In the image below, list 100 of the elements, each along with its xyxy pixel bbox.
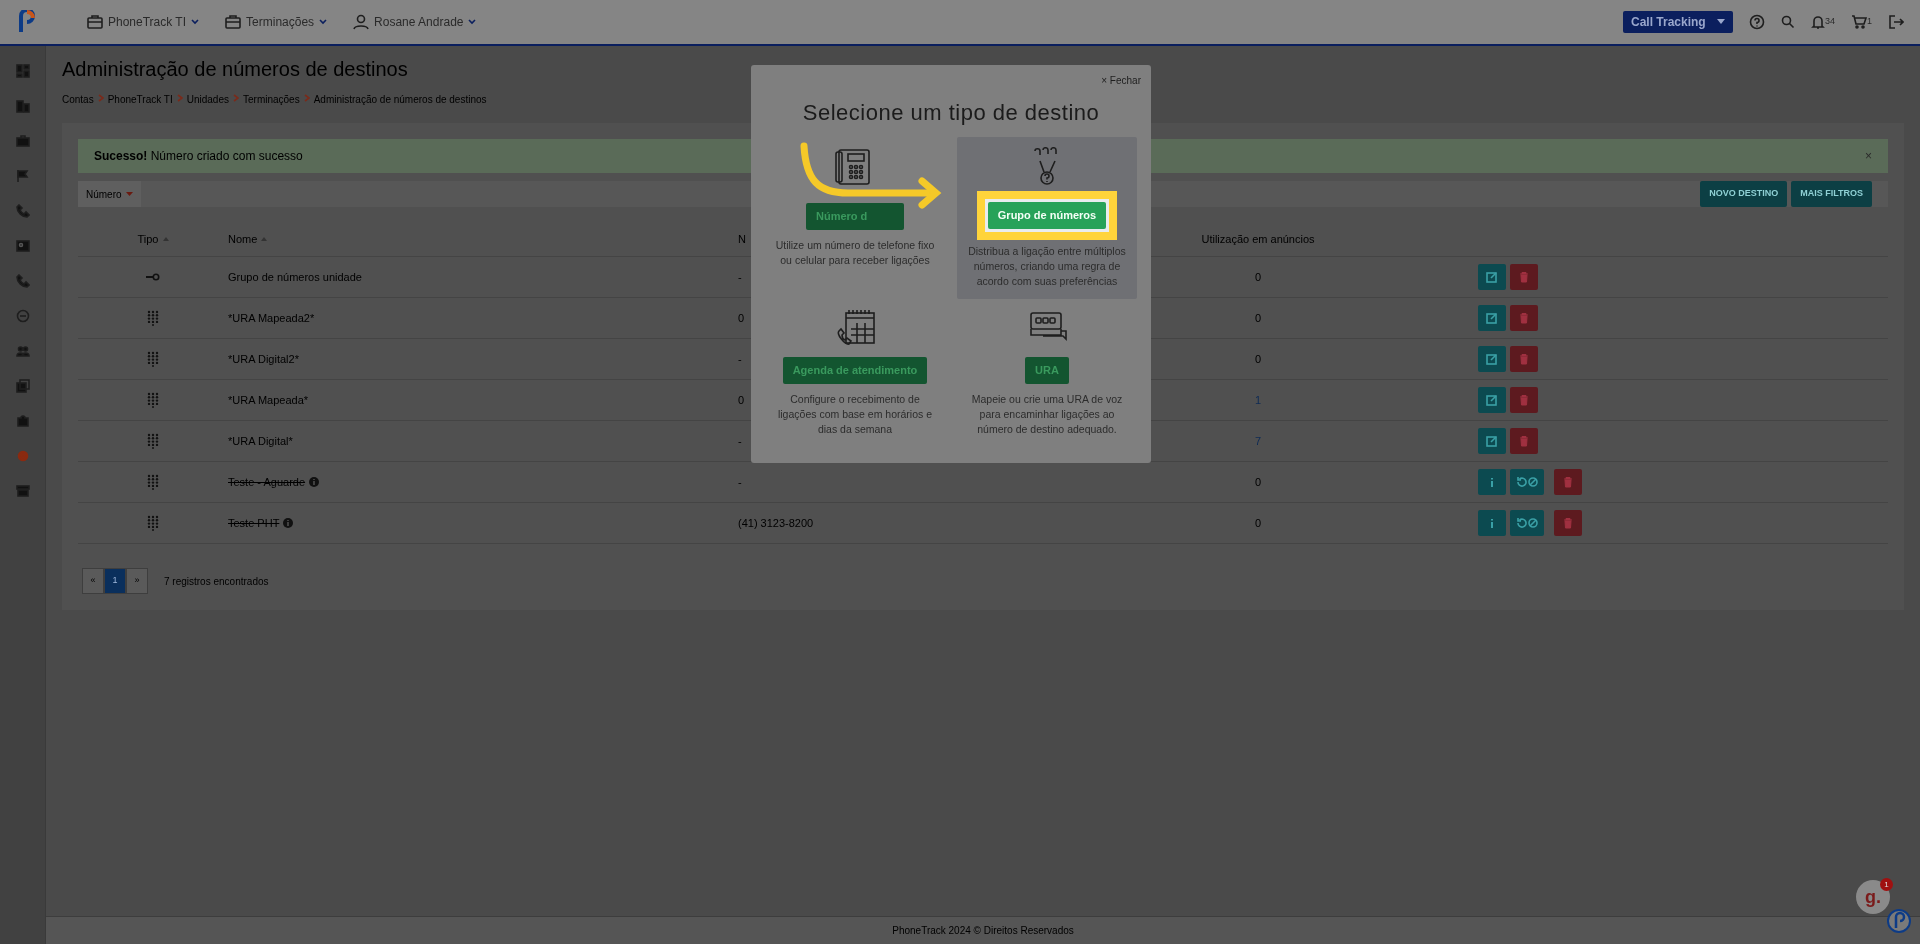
delete-icon [1518, 312, 1530, 324]
building-icon[interactable] [15, 99, 30, 113]
menu-dropdown[interactable]: PhoneTrack TI [86, 13, 201, 31]
pagination-prev[interactable]: « [82, 568, 104, 594]
briefcase-icon[interactable] [15, 134, 30, 148]
keypad-icon [147, 309, 159, 327]
column-header[interactable]: Tipo [137, 231, 159, 248]
edit-button[interactable] [1478, 264, 1506, 290]
action-button[interactable]: MAIS FILTROS [1791, 181, 1872, 207]
phone-icon[interactable] [15, 274, 30, 288]
phone-number: - [738, 433, 742, 449]
restore-button[interactable] [1510, 469, 1544, 495]
page-number[interactable]: 1 [104, 568, 126, 594]
destination-name: Teste PHT [228, 515, 280, 531]
option-button[interactable]: Número d [806, 203, 904, 230]
column-header: N [738, 232, 746, 248]
key-icon [146, 273, 160, 281]
phone-icon[interactable] [15, 204, 30, 218]
user-icon [352, 13, 371, 31]
chevron-icon [233, 94, 239, 102]
delete-button[interactable] [1510, 264, 1538, 290]
breadcrumb-item[interactable]: PhoneTrack TI [107, 92, 173, 107]
usage-count: 0 [1254, 269, 1262, 285]
product-select[interactable]: Call Tracking [1622, 11, 1733, 33]
phone-number: (41) 3123-8200 [738, 515, 814, 531]
bell-icon [1810, 14, 1825, 30]
usage-link[interactable]: 1 [1254, 391, 1262, 409]
usage-link[interactable]: 7 [1254, 432, 1262, 450]
restore-icon [1516, 476, 1538, 488]
cart-count: 1 [1867, 15, 1872, 29]
phone-number: - [738, 351, 742, 367]
destination-name: *URA Digital* [228, 433, 293, 449]
option-button[interactable]: URA [1025, 357, 1069, 384]
option-description: Distribua a ligação entre múltiplos números, criando uma regra de acordo com suas preferências [967, 243, 1127, 289]
chevron-icon [176, 94, 183, 102]
delete-button[interactable] [1510, 387, 1538, 413]
footer-text: PhoneTrack 2024 © Direitos Reservados [892, 924, 1074, 938]
delete-icon [1518, 271, 1530, 283]
edit-button[interactable] [1478, 387, 1506, 413]
breadcrumb-item: Administração de números de destinos [313, 93, 487, 107]
option-button[interactable]: Grupo de números [987, 202, 1107, 229]
users-icon[interactable] [15, 344, 30, 358]
delete-icon [1518, 353, 1530, 365]
action-button[interactable]: NOVO DESTINO [1700, 181, 1788, 207]
chevron-icon [190, 17, 201, 27]
delete-icon [1518, 435, 1530, 447]
restore-button[interactable] [1510, 510, 1544, 536]
close-button[interactable]: × Fechar [1101, 73, 1141, 88]
delete-button[interactable] [1510, 305, 1538, 331]
option-description: Utilize um número de telefone fixo ou celular para receber ligações [774, 237, 936, 268]
option-button[interactable]: Agenda de atendimento [782, 357, 928, 384]
destination-name: Grupo de números unidade [228, 269, 362, 285]
notification-count: 34 [1824, 15, 1835, 29]
phone-number: 0 [738, 392, 745, 408]
pagination-next[interactable]: » [126, 568, 148, 594]
search-icon [1780, 15, 1795, 29]
filter-dropdown[interactable]: Número [78, 181, 141, 207]
store-icon[interactable] [15, 484, 30, 498]
destination-name: *URA Mapeada2* [228, 310, 315, 326]
edit-icon [1486, 394, 1498, 406]
edit-icon [1486, 312, 1498, 324]
breadcrumb-item[interactable]: Contas [62, 92, 94, 107]
destination-name: Teste - Aguarde [228, 474, 306, 490]
edit-button[interactable] [1478, 428, 1506, 454]
chevron-icon [97, 94, 104, 102]
close-button[interactable]: × [1865, 147, 1872, 165]
delete-button[interactable] [1510, 428, 1538, 454]
logo [16, 10, 36, 34]
destination-name: *URA Mapeada* [228, 392, 309, 408]
keypad-icon [147, 514, 159, 532]
edit-button[interactable] [1478, 305, 1506, 331]
option-description: Configure o recebimento de ligações com base em horários e dias da semana [776, 391, 934, 438]
keypad-icon [147, 391, 159, 409]
modal-title: Selecione um tipo de destino [801, 99, 1101, 127]
caret-icon [125, 191, 133, 197]
column-header[interactable]: Nome [228, 231, 258, 248]
menu-dropdown[interactable]: Terminações [224, 13, 329, 31]
usage-count: 0 [1254, 474, 1262, 490]
menu-dropdown[interactable]: Rosane Andrade [352, 13, 478, 31]
delete-icon [1518, 394, 1530, 406]
edit-icon [1486, 271, 1498, 283]
delete-button[interactable] [1554, 469, 1582, 495]
dashboard-icon[interactable] [15, 64, 30, 78]
sort-icon [261, 237, 268, 242]
breadcrumb-item[interactable]: Unidades [186, 92, 229, 107]
destination-name: *URA Digital2* [228, 351, 299, 367]
help-icon [1748, 14, 1765, 30]
edit-button[interactable] [1478, 346, 1506, 372]
breadcrumb-item[interactable]: Terminações [243, 92, 300, 107]
alert-message: Sucesso! Número criado com sucesso [94, 148, 303, 165]
info-button[interactable] [1478, 510, 1506, 536]
delete-button[interactable] [1554, 510, 1582, 536]
layers-icon[interactable] [15, 379, 30, 393]
contact-card-icon[interactable] [15, 239, 30, 253]
info-button[interactable] [1478, 469, 1506, 495]
usage-count: 0 [1254, 310, 1262, 326]
info-icon [309, 477, 320, 487]
flag-icon[interactable] [15, 169, 30, 183]
delete-button[interactable] [1510, 346, 1538, 372]
option-description: Mapeie ou crie uma URA de voz para encaminhar ligações ao número de destino adequado. [970, 391, 1124, 438]
